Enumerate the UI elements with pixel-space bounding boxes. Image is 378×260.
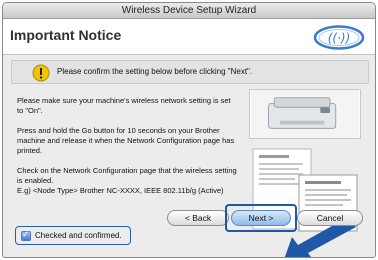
- notice-banner: Please confirm the setting below before …: [11, 60, 369, 84]
- instruction-3: Check on the Network Configuration page …: [17, 166, 237, 196]
- instruction-3-line-1: Check on the Network Configuration page …: [17, 166, 237, 185]
- next-button[interactable]: Next >: [231, 210, 291, 226]
- wireless-logo-icon: ((·)): [313, 25, 365, 50]
- instructions: Please make sure your machine's wireless…: [17, 96, 237, 196]
- confirm-checkbox-group[interactable]: ✓ Checked and confirmed.: [15, 226, 131, 245]
- confirm-checkbox-label[interactable]: Checked and confirmed.: [35, 231, 122, 240]
- checkmark-icon: ✓: [22, 229, 30, 239]
- svg-text:((·)): ((·)): [328, 31, 351, 45]
- instruction-3-line-2: E.g) <Node Type> Brother NC-XXXX, IEEE 8…: [17, 186, 224, 195]
- wizard-content: Please confirm the setting below before …: [3, 55, 375, 257]
- warning-icon: [32, 64, 50, 82]
- confirm-checkbox[interactable]: ✓: [21, 229, 31, 241]
- cancel-button[interactable]: Cancel: [297, 210, 363, 226]
- notice-text: Please confirm the setting below before …: [57, 67, 253, 76]
- page-title: Important Notice: [10, 27, 122, 43]
- printer-illustration: [249, 89, 361, 139]
- wizard-header: Important Notice ((·)): [3, 19, 375, 55]
- instruction-1: Please make sure your machine's wireless…: [17, 96, 231, 115]
- instruction-2: Press and hold the Go button for 10 seco…: [17, 126, 235, 155]
- title-bar: Wireless Device Setup Wizard: [3, 3, 375, 19]
- wizard-window: Wireless Device Setup Wizard Important N…: [2, 2, 376, 258]
- back-button[interactable]: < Back: [167, 210, 229, 226]
